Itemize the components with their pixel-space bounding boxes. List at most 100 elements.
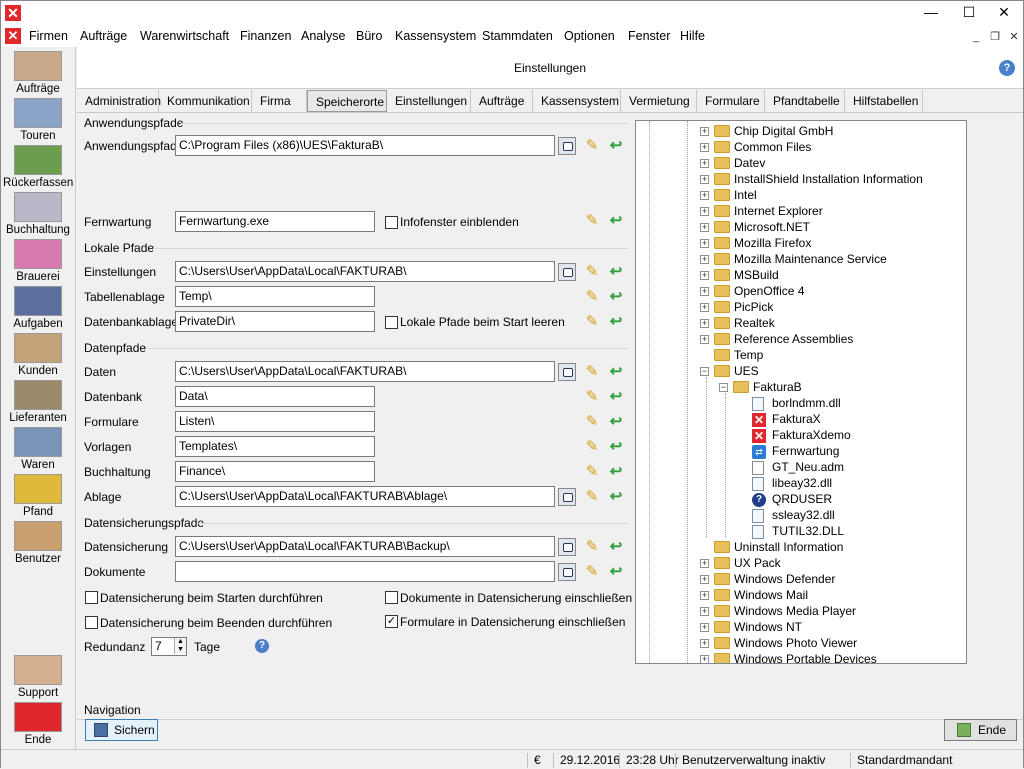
reset-arrow-icon[interactable]: ↩ (607, 288, 625, 306)
menu-logo-icon[interactable]: ✕ (5, 28, 21, 44)
mdi-close-button[interactable]: ✕ (1006, 29, 1022, 45)
leftbar-item-kunden[interactable]: Kunden (3, 331, 73, 377)
menu-warenwirtschaft[interactable]: Warenwirtschaft (140, 29, 229, 43)
help-icon[interactable]: ? (255, 639, 269, 653)
menu-stammdaten[interactable]: Stammdaten (482, 29, 553, 43)
tree-node[interactable]: + Realtek (636, 315, 966, 331)
reset-arrow-icon[interactable]: ↩ (607, 388, 625, 406)
edit-pencil-icon[interactable]: ✎ (583, 313, 601, 331)
reset-arrow-icon[interactable]: ↩ (607, 413, 625, 431)
browse-folder-icon[interactable] (558, 538, 576, 556)
expand-icon[interactable]: + (700, 175, 709, 184)
browse-folder-icon[interactable] (558, 563, 576, 581)
checkbox-dokumente-einschliessen[interactable] (385, 591, 398, 604)
reset-arrow-icon[interactable]: ↩ (607, 212, 625, 230)
expand-icon[interactable]: + (700, 239, 709, 248)
checkbox-sicherung-start[interactable] (85, 591, 98, 604)
tab-vermietung[interactable]: Vermietung (621, 90, 697, 112)
browse-folder-icon[interactable] (558, 363, 576, 381)
leftbar-item-buchhaltung[interactable]: Buchhaltung (3, 190, 73, 236)
expand-icon[interactable]: + (700, 575, 709, 584)
menu-hilfe[interactable]: Hilfe (680, 29, 705, 43)
input-daten[interactable]: C:\Users\User\AppData\Local\FAKTURAB\ (175, 361, 555, 382)
tab-einstellungen[interactable]: Einstellungen (387, 90, 471, 112)
tree-node[interactable]: GT_Neu.adm (636, 459, 966, 475)
tab-firma[interactable]: Firma (252, 90, 307, 112)
edit-pencil-icon[interactable]: ✎ (583, 137, 601, 155)
tree-node[interactable]: − FakturaB (636, 379, 966, 395)
input-datenbank[interactable]: Data\ (175, 386, 375, 407)
help-icon[interactable]: ? (999, 60, 1015, 76)
expand-icon[interactable]: + (700, 223, 709, 232)
input-ablage[interactable]: C:\Users\User\AppData\Local\FAKTURAB\Abl… (175, 486, 555, 507)
menu-fenster[interactable]: Fenster (628, 29, 670, 43)
tree-node[interactable]: borlndmm.dll (636, 395, 966, 411)
checkbox-formulare-einschliessen[interactable]: ✓ (385, 615, 398, 628)
tree-node[interactable]: Uninstall Information (636, 539, 966, 555)
edit-pencil-icon[interactable]: ✎ (583, 488, 601, 506)
edit-pencil-icon[interactable]: ✎ (583, 212, 601, 230)
tree-node[interactable]: + Internet Explorer (636, 203, 966, 219)
tree-node[interactable]: ssleay32.dll (636, 507, 966, 523)
expand-icon[interactable]: + (700, 287, 709, 296)
tree-node[interactable]: TUTIL32.DLL (636, 523, 966, 539)
edit-pencil-icon[interactable]: ✎ (583, 538, 601, 556)
input-dokumente[interactable] (175, 561, 555, 582)
tab-kommunikation[interactable]: Kommunikation (159, 90, 252, 112)
expand-icon[interactable]: + (700, 127, 709, 136)
input-vorlagen[interactable]: Templates\ (175, 436, 375, 457)
stepper-up-icon[interactable]: ▲ (174, 638, 186, 646)
reset-arrow-icon[interactable]: ↩ (607, 363, 625, 381)
menu-finanzen[interactable]: Finanzen (240, 29, 291, 43)
tree-node[interactable]: + Chip Digital GmbH (636, 123, 966, 139)
reset-arrow-icon[interactable]: ↩ (607, 137, 625, 155)
expand-icon[interactable]: + (700, 191, 709, 200)
tree-node[interactable]: + Reference Assemblies (636, 331, 966, 347)
reset-arrow-icon[interactable]: ↩ (607, 463, 625, 481)
end-button[interactable]: Ende (944, 719, 1017, 741)
tree-node[interactable]: ? QRDUSER (636, 491, 966, 507)
input-buchhaltung[interactable]: Finance\ (175, 461, 375, 482)
input-datensicherung[interactable]: C:\Users\User\AppData\Local\FAKTURAB\Bac… (175, 536, 555, 557)
tree-node[interactable]: + Intel (636, 187, 966, 203)
expand-icon[interactable]: + (700, 607, 709, 616)
reset-arrow-icon[interactable]: ↩ (607, 313, 625, 331)
leftbar-item-lieferanten[interactable]: Lieferanten (3, 378, 73, 424)
leftbar-item-aufträge[interactable]: Aufträge (3, 49, 73, 95)
reset-arrow-icon[interactable]: ↩ (607, 538, 625, 556)
checkbox-sicherung-ende[interactable] (85, 616, 98, 629)
input-tabellenablage[interactable]: Temp\ (175, 286, 375, 307)
menu-auftraege[interactable]: Aufträge (80, 29, 127, 43)
expand-icon[interactable]: + (700, 623, 709, 632)
expand-icon[interactable]: + (700, 143, 709, 152)
tree-node[interactable]: + Windows Media Player (636, 603, 966, 619)
tree-node[interactable]: + Common Files (636, 139, 966, 155)
edit-pencil-icon[interactable]: ✎ (583, 388, 601, 406)
tree-node[interactable]: Temp (636, 347, 966, 363)
leftbar-item-pfand[interactable]: Pfand (3, 472, 73, 518)
tree-node[interactable]: + Mozilla Firefox (636, 235, 966, 251)
tree-node[interactable]: + Mozilla Maintenance Service (636, 251, 966, 267)
tree-node[interactable]: + Windows Photo Viewer (636, 635, 966, 651)
collapse-icon[interactable]: − (719, 383, 728, 392)
tree-node[interactable]: + PicPick (636, 299, 966, 315)
edit-pencil-icon[interactable]: ✎ (583, 288, 601, 306)
tree-node[interactable]: libeay32.dll (636, 475, 966, 491)
tree-node[interactable]: − UES (636, 363, 966, 379)
tab-pfandtabelle[interactable]: Pfandtabelle (765, 90, 845, 112)
tab-aufträge[interactable]: Aufträge (471, 90, 533, 112)
reset-arrow-icon[interactable]: ↩ (607, 263, 625, 281)
input-datenbankablage[interactable]: PrivateDir\ (175, 311, 375, 332)
tab-formulare[interactable]: Formulare (697, 90, 765, 112)
edit-pencil-icon[interactable]: ✎ (583, 263, 601, 281)
edit-pencil-icon[interactable]: ✎ (583, 413, 601, 431)
menu-firmen[interactable]: Firmen (29, 29, 68, 43)
tree-node[interactable]: + UX Pack (636, 555, 966, 571)
checkbox-lokale-pfade-leeren[interactable] (385, 316, 398, 329)
input-fernwartung[interactable]: Fernwartung.exe (175, 211, 375, 232)
stepper-down-icon[interactable]: ▼ (174, 646, 186, 654)
leftbar-item-brauerei[interactable]: Brauerei (3, 237, 73, 283)
input-einstellungen[interactable]: C:\Users\User\AppData\Local\FAKTURAB\ (175, 261, 555, 282)
tab-speicherorte[interactable]: Speicherorte (307, 90, 387, 112)
expand-icon[interactable]: + (700, 319, 709, 328)
